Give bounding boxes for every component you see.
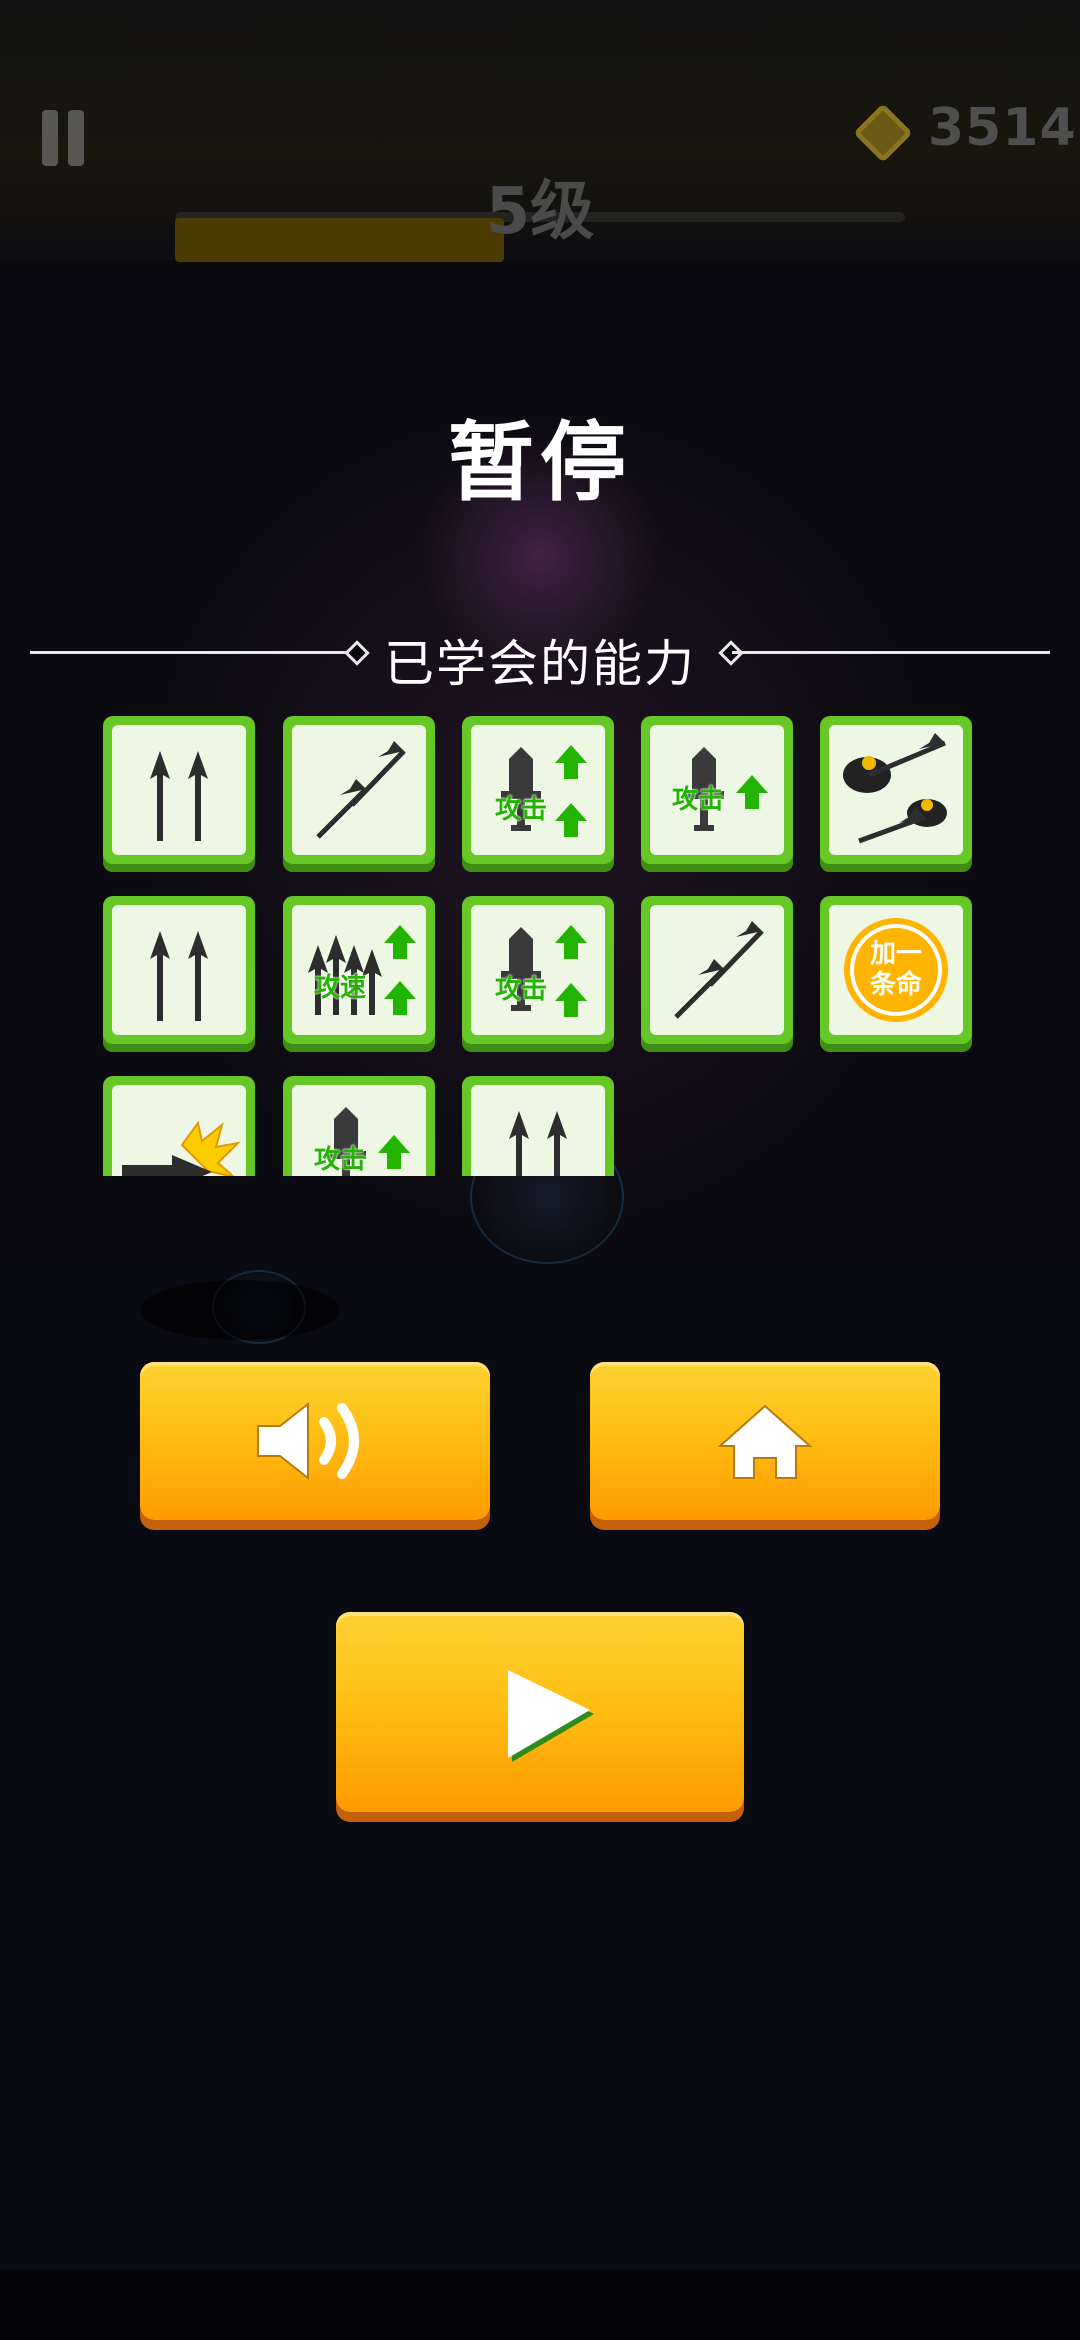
abilities-header-label: 已学会的能力 <box>384 635 696 693</box>
play-icon <box>508 1670 594 1762</box>
home-icon <box>717 1404 813 1479</box>
ability-tile-double-arrow <box>103 716 255 872</box>
resume-button[interactable] <box>336 1612 744 1812</box>
ability-tile-face <box>292 725 426 855</box>
ability-tile-label: 攻击 <box>495 795 548 825</box>
ability-tile-attack-up-double: 攻击 <box>462 716 614 872</box>
sound-button[interactable] <box>140 1362 490 1520</box>
diagonal-arrow-icon <box>316 741 406 839</box>
diagonal-arrow-icon <box>674 921 764 1019</box>
header-line-right <box>732 651 1050 654</box>
ricochet-arrow-icon <box>843 733 947 844</box>
double-arrow-icon <box>150 751 208 841</box>
double-arrow-icon <box>150 931 208 1021</box>
abilities-grid[interactable]: 攻击 攻击 攻速 攻击 加一条命 攻击 <box>103 716 983 1176</box>
ability-tile-critical-arrow <box>103 1076 255 1176</box>
ability-tile-double-arrow <box>462 1076 614 1176</box>
ability-tile-label: 攻速 <box>314 973 367 1003</box>
ability-tile-face <box>829 725 963 855</box>
ability-tile-face: 加一条命 <box>829 905 963 1035</box>
coin-count: 3514 <box>928 98 1077 158</box>
ability-tile-ricochet-arrow <box>820 716 972 872</box>
home-button[interactable] <box>590 1362 940 1520</box>
ability-tile-face <box>112 905 246 1035</box>
double-arrow-icon <box>509 1111 567 1176</box>
pause-title: 暂停 <box>448 413 632 513</box>
ability-tile-label: 攻击 <box>314 1145 367 1175</box>
ability-tile-face <box>112 725 246 855</box>
speaker-icon <box>257 1401 359 1481</box>
ability-tile-face <box>471 1085 605 1176</box>
ability-tile-face: 攻击 <box>650 725 784 855</box>
ability-tile-face: 攻速 <box>292 905 426 1035</box>
ability-tile-attack-up: 攻击 <box>641 716 793 872</box>
ability-tile-face: 攻击 <box>292 1085 426 1176</box>
ability-tile-label: 攻击 <box>672 785 725 815</box>
level-label: 5级 <box>485 175 595 249</box>
ability-tile-face: 攻击 <box>471 725 605 855</box>
ability-tile-attack-up: 攻击 <box>283 1076 435 1176</box>
abilities-header: 已学会的能力 <box>30 624 1050 693</box>
ability-tile-face <box>650 905 784 1035</box>
ability-tile-face <box>112 1085 246 1176</box>
ability-tile-diagonal-arrow <box>283 716 435 872</box>
critical-arrow-icon <box>122 1120 241 1176</box>
ability-tile-attack-speed-up: 攻速 <box>283 896 435 1052</box>
ability-tile-label: 加一条命 <box>869 939 922 1000</box>
ability-tile-attack-up-double: 攻击 <box>462 896 614 1052</box>
ability-tile-face: 攻击 <box>471 905 605 1035</box>
background-spider <box>140 1280 340 1340</box>
game-background-edge <box>0 2270 1080 2340</box>
ability-tile-double-arrow <box>103 896 255 1052</box>
ability-tile-extra-life: 加一条命 <box>820 896 972 1052</box>
ability-tile-label: 攻击 <box>495 975 548 1005</box>
ability-tile-diagonal-arrow <box>641 896 793 1052</box>
